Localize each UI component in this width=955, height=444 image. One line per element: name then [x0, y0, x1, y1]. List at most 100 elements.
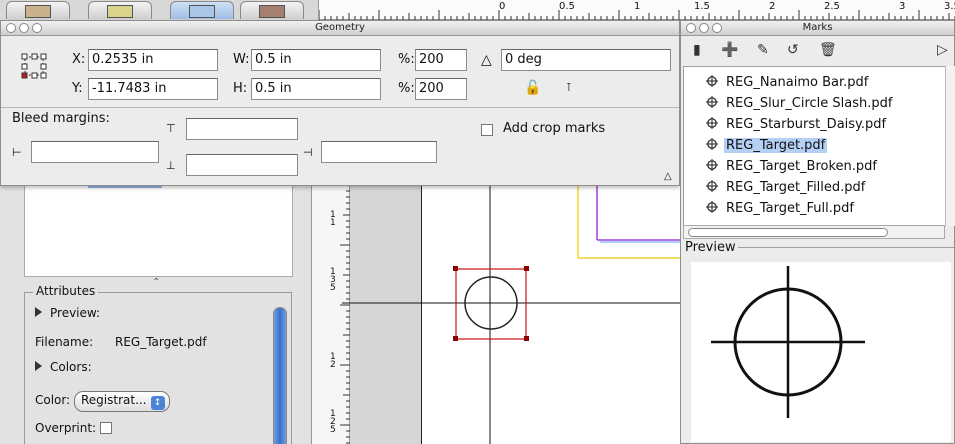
scroll-thumb[interactable]	[688, 228, 888, 237]
zoom-icon[interactable]	[32, 23, 42, 33]
mark-label: REG_Slur_Circle Slash.pdf	[726, 96, 893, 111]
bleed-top-field[interactable]	[186, 118, 298, 140]
add-icon[interactable]: ➕	[721, 42, 738, 58]
bleed-bottom-icon: ⊥	[166, 159, 176, 172]
target-icon	[706, 138, 718, 150]
pencil-icon[interactable]: ✎	[757, 42, 769, 58]
marks-list[interactable]: REG_Nanaimo Bar.pdf REG_Slur_Circle Slash…	[683, 66, 947, 226]
close-icon[interactable]	[686, 23, 696, 33]
mark-list-item[interactable]: REG_Target_Broken.pdf	[706, 157, 879, 177]
bleed-top-icon: ⊤	[166, 122, 176, 135]
tab-item[interactable]	[6, 1, 70, 19]
attributes-scrollbar[interactable]	[273, 307, 287, 444]
rotation-icon: △	[481, 52, 492, 68]
mark-label: REG_Target.pdf	[724, 138, 828, 153]
zoom-icon[interactable]	[712, 23, 722, 33]
bleed-bottom-field[interactable]	[186, 154, 298, 176]
h-field[interactable]: 0.5 in	[251, 78, 381, 100]
mark-list-item[interactable]: REG_Starburst_Daisy.pdf	[706, 115, 888, 135]
y-label: Y:	[72, 81, 83, 96]
minimize-icon[interactable]	[19, 23, 29, 33]
tab-layout[interactable]	[170, 1, 234, 19]
marks-horizontal-scrollbar[interactable]	[683, 225, 945, 239]
item-icon	[25, 5, 51, 18]
unlock-icon[interactable]: 🔓	[524, 78, 541, 98]
attributes-group: Attributes Preview: Filename: REG_Target…	[24, 284, 292, 444]
disclosure-triangle-icon	[35, 361, 42, 371]
page-artwork	[342, 185, 680, 444]
bleed-right-icon: ⊣	[303, 146, 313, 159]
scale-y-label: %:	[398, 81, 415, 96]
target-preview	[711, 266, 865, 418]
bleed-right-field[interactable]	[321, 141, 437, 163]
ruler-label: 1.5	[694, 1, 710, 12]
overprint-label: Overprint:	[35, 421, 97, 435]
tab-text[interactable]	[88, 1, 152, 19]
mark-list-item[interactable]: REG_Target_Filled.pdf	[706, 178, 867, 198]
geometry-panel: Geometry X: 0.2535 in Y: -11.7483 in W: …	[0, 20, 680, 186]
refresh-icon[interactable]: ↺	[787, 42, 799, 58]
target-icon	[706, 96, 718, 108]
w-field[interactable]: 0.5 in	[251, 49, 381, 71]
bleed-left-field[interactable]	[31, 141, 159, 163]
ruler-label: 2.5	[824, 1, 840, 12]
h-label: H:	[233, 81, 248, 96]
marks-titlebar[interactable]: Marks	[681, 21, 954, 36]
frame-handle	[453, 336, 458, 341]
window-controls	[6, 23, 45, 38]
resize-grip-icon[interactable]: △	[664, 167, 672, 187]
page-icon[interactable]: ▮	[693, 42, 701, 58]
mark-list-item[interactable]: REG_Slur_Circle Slash.pdf	[706, 94, 894, 114]
text-icon	[107, 5, 133, 18]
colors-disclosure[interactable]: Colors:	[35, 360, 92, 374]
reference-point-icon[interactable]	[21, 53, 49, 83]
target-icon	[706, 201, 718, 213]
layout-palette: ⌃ Attributes Preview: Filename: REG_Targ…	[0, 185, 312, 444]
scale-y-field[interactable]: 200	[415, 78, 467, 100]
ruler-label: 3	[899, 1, 906, 12]
preview-area	[691, 262, 951, 442]
color-row: Color: Registrat... ↕	[35, 391, 170, 412]
ruler-label: 3.5	[944, 1, 955, 12]
target-icon	[706, 180, 718, 192]
color-popup[interactable]: Registrat... ↕	[74, 391, 170, 412]
top-toolbar-strip: 0 0.5 1 1.5 2 2.5 3 3.5	[0, 0, 955, 20]
tab-graphics[interactable]	[240, 1, 304, 19]
link-chain-icon[interactable]: ⊺	[566, 78, 572, 98]
overprint-checkbox[interactable]	[100, 422, 113, 434]
trash-icon[interactable]: 🗑	[819, 42, 837, 58]
layout-icon	[189, 5, 215, 18]
mark-label: REG_Target_Broken.pdf	[726, 159, 877, 174]
ruler-label: 0	[499, 1, 506, 12]
rotation-field[interactable]: 0 deg	[501, 49, 671, 71]
frame-handle	[453, 266, 458, 271]
mark-list-item[interactable]: REG_Target.pdf	[706, 136, 828, 156]
mark-label: REG_Target_Filled.pdf	[726, 180, 866, 195]
x-field[interactable]: 0.2535 in	[88, 49, 218, 71]
collapse-caret-icon[interactable]: ⌃	[152, 277, 160, 288]
popup-arrows-icon: ↕	[150, 396, 165, 410]
preview-disclosure[interactable]: Preview:	[35, 306, 100, 320]
mark-list-item[interactable]: REG_Nanaimo Bar.pdf	[706, 73, 870, 93]
close-icon[interactable]	[6, 23, 16, 33]
attributes-title: Attributes	[33, 284, 99, 298]
geometry-titlebar[interactable]: Geometry	[1, 21, 679, 36]
mark-label: REG_Target_Full.pdf	[726, 201, 854, 216]
layout-canvas[interactable]: 1 1 1 3 5 1 2 1 2 5	[312, 185, 680, 444]
frame-handle	[524, 266, 529, 271]
minimize-icon[interactable]	[699, 23, 709, 33]
ruler-label: 1	[634, 1, 641, 12]
crop-marks-checkbox[interactable]	[481, 124, 493, 136]
marks-panel: Marks ▮ ➕ ✎ ↺ 🗑 ▷ REG_Nanaimo Bar.pdf REG…	[680, 20, 955, 444]
disclosure-icon[interactable]: ▷	[937, 42, 948, 58]
scale-x-field[interactable]: 200	[415, 49, 467, 71]
y-field[interactable]: -11.7483 in	[88, 78, 218, 100]
disclosure-triangle-icon	[35, 307, 42, 317]
marks-vertical-scrollbar[interactable]	[945, 66, 955, 226]
bleed-left-icon: ⊢	[12, 146, 22, 159]
color-popup-value: Registrat...	[81, 393, 147, 407]
horizontal-ruler[interactable]: 0 0.5 1 1.5 2 2.5 3 3.5	[318, 0, 955, 20]
target-icon	[706, 75, 718, 87]
mark-list-item[interactable]: REG_Target_Full.pdf	[706, 199, 856, 219]
color-label: Color:	[35, 393, 71, 407]
